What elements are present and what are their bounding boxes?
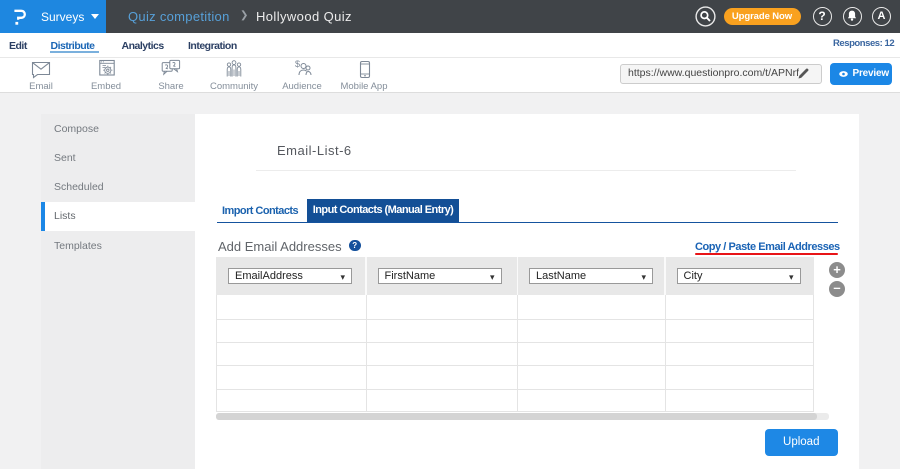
svg-text:$: $ (295, 59, 300, 69)
